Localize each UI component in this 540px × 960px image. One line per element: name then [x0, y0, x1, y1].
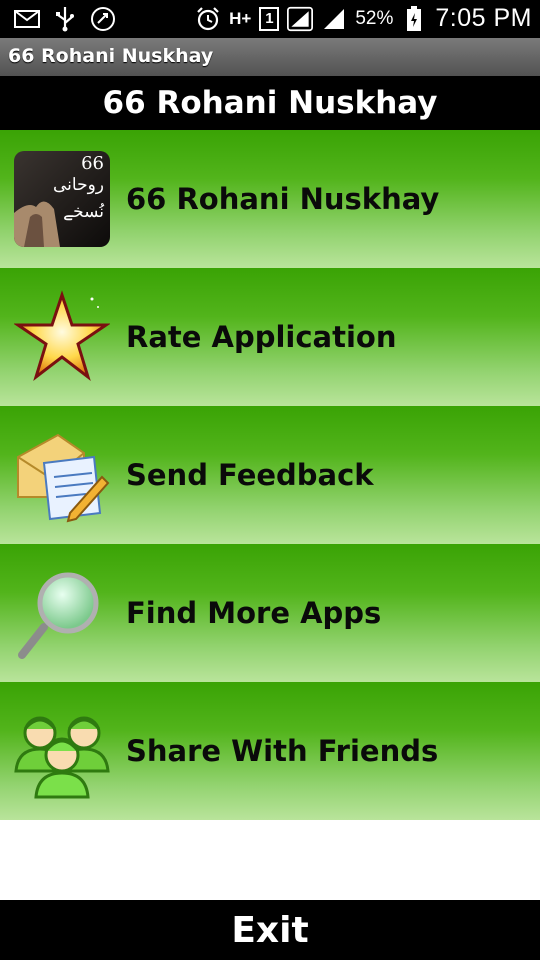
menu-item-rate-application[interactable]: Rate Application — [0, 268, 540, 406]
sim-icon: 1 — [259, 6, 280, 31]
menu-item-label: Find More Apps — [126, 596, 382, 630]
status-right-icons: H+ 1 52% 7:05 PM — [195, 4, 532, 33]
sync-icon — [90, 6, 116, 32]
app-title-bar: 66 Rohani Nuskhay — [0, 38, 540, 76]
menu-list: 66 روحانی نُسخے 66 Rohani Nuskhay Rate A… — [0, 130, 540, 820]
signal-icon — [287, 6, 314, 32]
status-bar: H+ 1 52% 7:05 PM — [0, 0, 540, 38]
thumb-text-line1: روحانی — [52, 175, 104, 195]
battery-charging-icon — [401, 5, 427, 32]
page-title: 66 Rohani Nuskhay — [102, 85, 438, 121]
battery-percent: 52% — [355, 7, 394, 29]
clock: 7:05 PM — [435, 4, 532, 32]
sim-slot-label: 1 — [265, 10, 274, 27]
menu-item-send-feedback[interactable]: Send Feedback — [0, 406, 540, 544]
thumb-text-number: 66 — [81, 153, 104, 174]
app-thumbnail-icon: 66 روحانی نُسخے — [14, 151, 110, 247]
menu-item-label: Share With Friends — [126, 734, 439, 768]
menu-item-label: Send Feedback — [126, 458, 374, 492]
signal-icon — [321, 6, 347, 32]
usb-icon — [52, 6, 78, 32]
menu-item-label: Rate Application — [126, 320, 397, 354]
menu-item-find-more-apps[interactable]: Find More Apps — [0, 544, 540, 682]
users-icon — [14, 703, 110, 799]
page-header: 66 Rohani Nuskhay — [0, 76, 540, 130]
thumb-text-line2: نُسخے — [63, 202, 104, 222]
network-type-label: H+ — [229, 8, 252, 28]
magnifier-icon — [14, 565, 110, 661]
alarm-icon — [195, 6, 221, 32]
menu-item-share-with-friends[interactable]: Share With Friends — [0, 682, 540, 820]
app-title: 66 Rohani Nuskhay — [8, 45, 214, 67]
exit-label: Exit — [231, 909, 309, 951]
exit-button[interactable]: Exit — [0, 900, 540, 960]
star-icon — [14, 289, 110, 385]
menu-item-app[interactable]: 66 روحانی نُسخے 66 Rohani Nuskhay — [0, 130, 540, 268]
menu-item-label: 66 Rohani Nuskhay — [126, 182, 440, 216]
mail-icon — [14, 6, 40, 32]
mail-document-icon — [14, 427, 110, 523]
status-left-icons — [14, 6, 116, 32]
